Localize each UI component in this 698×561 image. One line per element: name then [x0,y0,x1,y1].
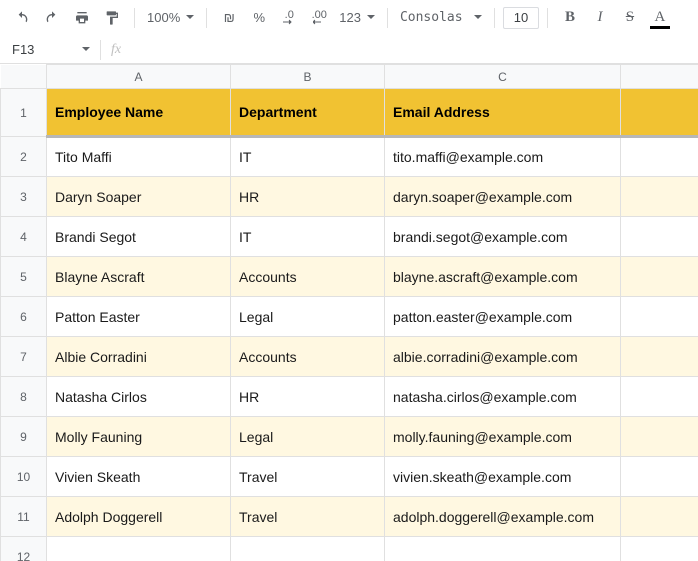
col-header-a[interactable]: A [47,65,231,89]
row-header[interactable]: 6 [1,297,47,337]
cell[interactable]: Blayne Ascraft [47,257,231,297]
cell[interactable]: Daryn Soaper [47,177,231,217]
row-header[interactable]: 5 [1,257,47,297]
row-header[interactable]: 1 [1,89,47,137]
cell[interactable]: Legal [231,417,385,457]
increase-decimal-button[interactable]: .00 [305,4,333,32]
cell[interactable]: tito.maffi@example.com [385,137,621,177]
bold-button[interactable]: B [556,4,584,32]
separator [387,8,388,28]
chevron-down-icon [82,47,90,52]
paint-format-button[interactable] [98,4,126,32]
cell[interactable]: HR [231,377,385,417]
cell[interactable] [621,257,698,297]
cell[interactable]: IT [231,137,385,177]
separator [100,40,101,60]
cell[interactable] [621,89,698,137]
cell[interactable]: Adolph Doggerell [47,497,231,537]
font-size-input[interactable]: 10 [503,7,539,29]
cell[interactable] [621,217,698,257]
cell[interactable]: natasha.cirlos@example.com [385,377,621,417]
font-dropdown[interactable]: Consolas [396,10,486,25]
cell[interactable] [621,297,698,337]
spreadsheet-grid: A B C 1 Employee Name Department Email A… [0,64,698,561]
zoom-dropdown[interactable]: 100% [143,10,198,25]
cell[interactable]: Accounts [231,257,385,297]
cell[interactable]: daryn.soaper@example.com [385,177,621,217]
cell[interactable]: blayne.ascraft@example.com [385,257,621,297]
cell[interactable]: Brandi Segot [47,217,231,257]
zoom-value: 100% [147,10,180,25]
print-button[interactable] [68,4,96,32]
cell[interactable]: IT [231,217,385,257]
separator [206,8,207,28]
cell[interactable] [621,537,698,561]
row-header[interactable]: 4 [1,217,47,257]
separator [494,8,495,28]
col-header-d[interactable] [621,65,698,89]
separator [547,8,548,28]
text-color-button[interactable]: A [646,4,674,32]
cell[interactable]: molly.fauning@example.com [385,417,621,457]
formula-bar-row: F13 fx [0,36,698,64]
decrease-decimal-button[interactable]: .0 [275,4,303,32]
cell[interactable] [621,417,698,457]
cell[interactable] [231,537,385,561]
cell[interactable] [621,377,698,417]
cell[interactable]: HR [231,177,385,217]
cell[interactable]: adolph.doggerell@example.com [385,497,621,537]
cell[interactable]: vivien.skeath@example.com [385,457,621,497]
cell[interactable]: Email Address [385,89,621,137]
cell[interactable] [621,457,698,497]
redo-button[interactable] [38,4,66,32]
chevron-down-icon [186,15,194,20]
format-currency-button[interactable]: ₪ [215,4,243,32]
col-header-c[interactable]: C [385,65,621,89]
name-box-value: F13 [12,42,34,57]
row-header[interactable]: 11 [1,497,47,537]
cell[interactable]: Travel [231,497,385,537]
cell[interactable]: Accounts [231,337,385,377]
row-header[interactable]: 10 [1,457,47,497]
row-header[interactable]: 9 [1,417,47,457]
cell[interactable] [621,337,698,377]
name-box[interactable]: F13 [4,38,96,62]
cell[interactable]: Travel [231,457,385,497]
chevron-down-icon [367,15,375,20]
cell[interactable]: Vivien Skeath [47,457,231,497]
cell[interactable]: patton.easter@example.com [385,297,621,337]
select-all-corner[interactable] [1,65,47,89]
row-header[interactable]: 12 [1,537,47,561]
row-header[interactable]: 8 [1,377,47,417]
row-header[interactable]: 3 [1,177,47,217]
cell[interactable] [385,537,621,561]
cell[interactable]: Department [231,89,385,137]
toolbar: 100% ₪ % .0 .00 123 Consolas 10 B I S A [0,0,698,36]
more-formats-dropdown[interactable]: 123 [335,10,379,25]
undo-button[interactable] [8,4,36,32]
cell[interactable]: Molly Fauning [47,417,231,457]
chevron-down-icon [474,15,482,20]
cell[interactable]: Tito Maffi [47,137,231,177]
cell[interactable]: brandi.segot@example.com [385,217,621,257]
row-header[interactable]: 7 [1,337,47,377]
cell[interactable]: Albie Corradini [47,337,231,377]
fx-label: fx [105,42,127,58]
cell[interactable] [621,177,698,217]
row-header[interactable]: 2 [1,137,47,177]
cell[interactable] [621,497,698,537]
cell[interactable] [621,137,698,177]
formula-input[interactable] [127,36,698,63]
col-header-b[interactable]: B [231,65,385,89]
format-percent-button[interactable]: % [245,4,273,32]
italic-button[interactable]: I [586,4,614,32]
cell[interactable]: Natasha Cirlos [47,377,231,417]
cell[interactable]: Employee Name [47,89,231,137]
cell[interactable]: Legal [231,297,385,337]
separator [134,8,135,28]
cell[interactable] [47,537,231,561]
cell[interactable]: albie.corradini@example.com [385,337,621,377]
strikethrough-button[interactable]: S [616,4,644,32]
cell[interactable]: Patton Easter [47,297,231,337]
